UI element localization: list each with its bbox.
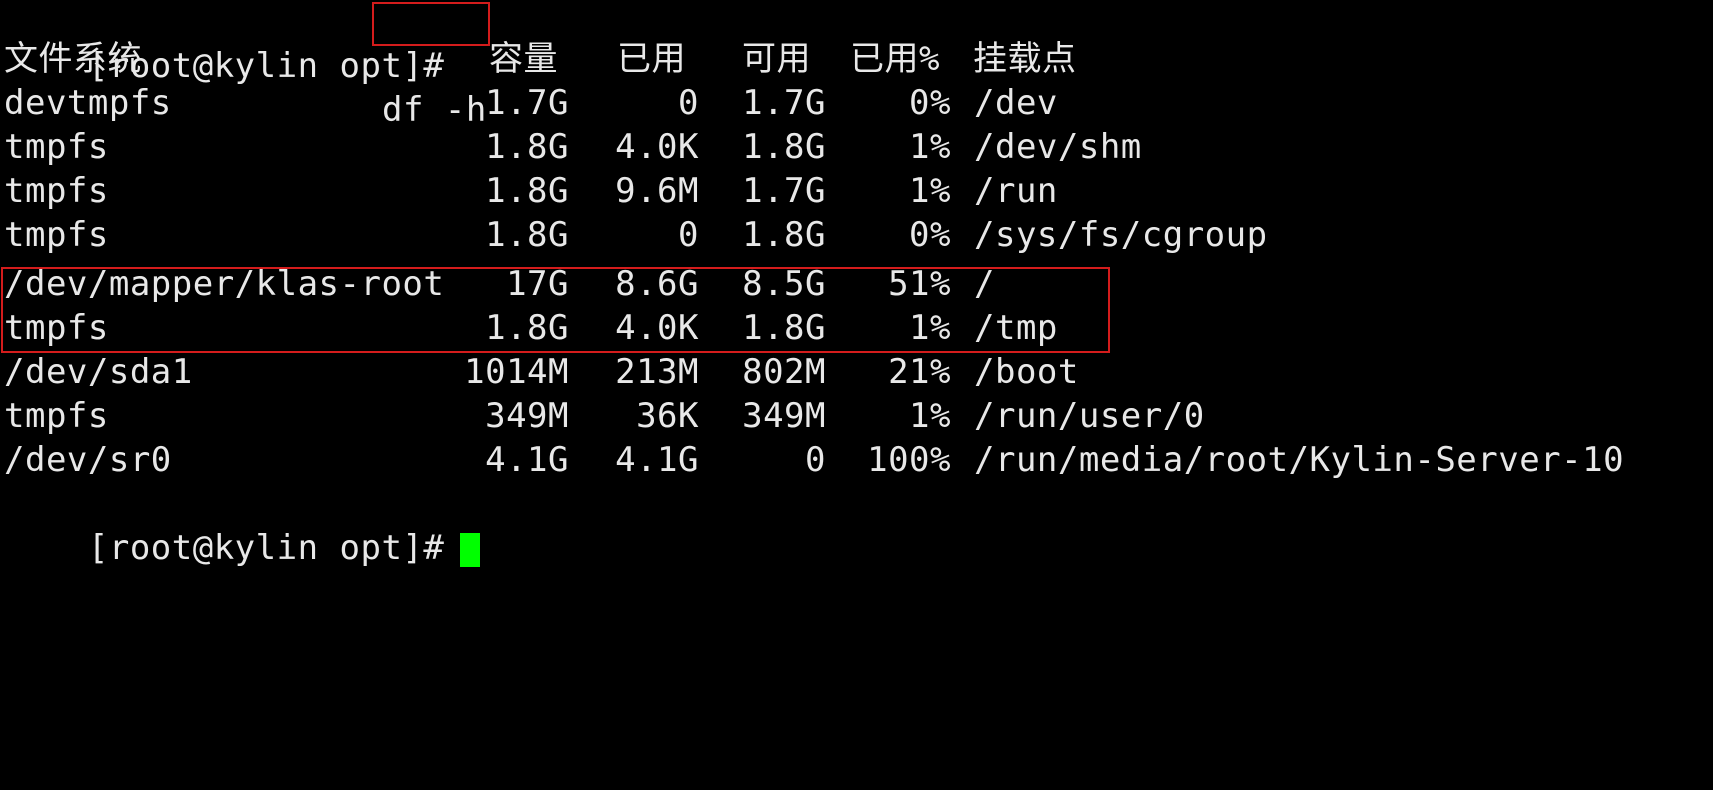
row-mounted-on: /boot xyxy=(974,352,1079,392)
row-size: 1.7G xyxy=(485,83,569,123)
row-mounted-on: /run xyxy=(974,171,1058,211)
row-size: 4.1G xyxy=(485,440,569,480)
row-used: 0 xyxy=(678,215,699,255)
row-use-pct: 1% xyxy=(909,396,951,436)
row-avail: 802M xyxy=(742,352,826,392)
row-use-pct: 1% xyxy=(909,171,951,211)
df-row: tmpfs 349M 36K 349M 1% /run/user/0 xyxy=(4,394,1704,438)
row-size: 1.8G xyxy=(485,215,569,255)
df-header-row: 文件系统 容量 已用 可用 已用% 挂载点 xyxy=(4,37,1704,81)
final-prompt-line[interactable]: [root@kylin opt]# xyxy=(4,482,481,568)
header-used: 已用 xyxy=(617,39,686,79)
rows-highlight-box xyxy=(1,267,1110,353)
row-avail: 1.8G xyxy=(742,215,826,255)
row-filesystem: /dev/sr0 xyxy=(4,440,172,480)
row-use-pct: 21% xyxy=(888,352,951,392)
row-avail: 349M xyxy=(742,396,826,436)
row-filesystem: tmpfs xyxy=(4,171,109,211)
row-filesystem: tmpfs xyxy=(4,215,109,255)
row-avail: 1.8G xyxy=(742,127,826,167)
row-mounted-on: /run/user/0 xyxy=(974,396,1205,436)
row-filesystem: tmpfs xyxy=(4,127,109,167)
row-use-pct: 100% xyxy=(867,440,951,480)
row-mounted-on: /dev xyxy=(974,83,1058,123)
header-mounted-on: 挂载点 xyxy=(973,39,1077,79)
row-mounted-on: /sys/fs/cgroup xyxy=(974,215,1268,255)
row-avail: 0 xyxy=(805,440,826,480)
row-mounted-on: /dev/shm xyxy=(974,127,1142,167)
row-used: 4.1G xyxy=(615,440,699,480)
row-mounted-on: /run/media/root/Kylin-Server-10 xyxy=(974,440,1625,480)
row-size: 349M xyxy=(485,396,569,436)
row-used: 9.6M xyxy=(615,171,699,211)
df-row: tmpfs 1.8G 9.6M 1.7G 1% /run xyxy=(4,169,1704,213)
row-filesystem: /dev/sda1 xyxy=(4,352,193,392)
cursor-block xyxy=(460,532,481,567)
row-size: 1.8G xyxy=(485,171,569,211)
row-use-pct: 0% xyxy=(909,83,951,123)
df-row: /dev/sr0 4.1G 4.1G 0 100% /run/media/roo… xyxy=(4,438,1704,482)
header-size: 容量 xyxy=(489,39,558,79)
df-row: tmpfs 1.8G 0 1.8G 0% /sys/fs/cgroup xyxy=(4,213,1704,257)
row-use-pct: 1% xyxy=(909,127,951,167)
shell-prompt: [root@kylin opt]# xyxy=(87,528,445,568)
row-size: 1.8G xyxy=(485,127,569,167)
row-used: 36K xyxy=(636,396,699,436)
header-avail: 可用 xyxy=(742,39,811,79)
row-used: 213M xyxy=(615,352,699,392)
terminal-window[interactable]: [root@kylin opt]# df -h 文件系统 容量 已用 可用 已用… xyxy=(0,0,1713,568)
row-use-pct: 0% xyxy=(909,215,951,255)
df-row: tmpfs 1.8G 4.0K 1.8G 1% /dev/shm xyxy=(4,125,1704,169)
row-size: 1014M xyxy=(464,352,569,392)
df-row: devtmpfs 1.7G 0 1.7G 0% /dev xyxy=(4,81,1704,125)
header-use-pct: 已用% xyxy=(850,39,940,79)
row-filesystem: tmpfs xyxy=(4,396,109,436)
row-used: 0 xyxy=(678,83,699,123)
row-avail: 1.7G xyxy=(742,83,826,123)
df-row: /dev/sda1 1014M 213M 802M 21% /boot xyxy=(4,350,1704,394)
row-avail: 1.7G xyxy=(742,171,826,211)
row-filesystem: devtmpfs xyxy=(4,83,172,123)
row-used: 4.0K xyxy=(615,127,699,167)
header-filesystem: 文件系统 xyxy=(4,39,142,79)
